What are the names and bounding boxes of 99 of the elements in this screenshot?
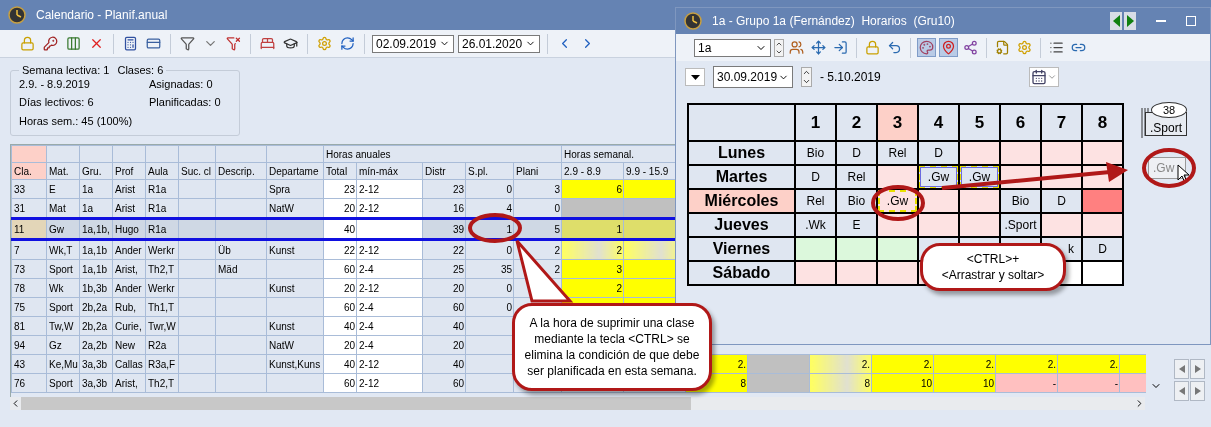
lesson-cell[interactable]: D [1083,238,1122,260]
clock-icon [8,6,26,24]
lesson-cell[interactable]: Rel [837,166,876,188]
empty-slot[interactable] [919,190,958,212]
lesson-cell[interactable]: D [1042,190,1081,212]
assigned-label: Asignadas: 0 [149,78,214,92]
table-cell: 1a,1b, [79,218,113,240]
lesson-cell[interactable]: .Gw [878,190,917,212]
next-icon[interactable] [1124,12,1136,30]
lesson-cell[interactable]: D [796,166,835,188]
callout-tooltip: <CTRL>+ <Arrastrar y soltar> [920,243,1066,291]
window-title: 1a - Grupo 1a (Fernández) Horarios (Gru10) [712,14,955,28]
lesson-cell[interactable]: .Gw [919,166,958,188]
maximize-icon[interactable] [1186,16,1196,26]
week-hours-cell: 2. [871,354,934,374]
filter-icon[interactable] [178,34,197,53]
week-hours-cell: 2. [809,354,872,374]
scroll-right-icon[interactable] [1190,359,1205,379]
week-label: Semana lectiva: 1 [22,64,110,76]
lesson-cell[interactable]: D [837,142,876,164]
table-cell: Hugo [112,218,146,240]
clock-icon [684,12,702,30]
lesson-cell[interactable]: .Wk [796,214,835,236]
day-header: Sábado [689,262,794,284]
date-from-field[interactable]: 02.09.2019 [372,34,454,53]
day-header: Jueves [689,214,794,236]
key-icon[interactable] [41,34,60,53]
calendar-icon[interactable] [1028,67,1059,87]
period-header: 8 [1083,105,1122,140]
table-cell: 11 [11,218,47,240]
class-select[interactable]: 1a [694,38,771,57]
down-icon[interactable] [802,77,811,86]
period-header: 4 [919,105,958,140]
days-label: Días lectivos: 6 [19,96,95,111]
highlight-ring [870,184,926,222]
week-start-field[interactable]: 30.09.2019 [713,66,793,88]
empty-slot[interactable] [878,166,917,188]
lesson-cell[interactable]: Rel [796,190,835,212]
users-icon[interactable] [787,38,806,57]
period-header: 2 [837,105,876,140]
lesson-cell[interactable]: Bio [1001,190,1040,212]
period-header: 5 [960,105,999,140]
week-hours-cell: 2. [1057,354,1120,374]
scroll-left-icon[interactable] [1174,359,1189,379]
day-header: Miércoles [689,190,794,212]
lesson-cell[interactable]: Bio [796,142,835,164]
day-header: Lunes [689,142,794,164]
filter-clear-icon[interactable] [224,34,243,53]
previous-icon[interactable] [1110,12,1122,30]
minimize-icon[interactable] [1156,19,1166,23]
table-cell: 40 [323,218,357,240]
lesson-cell[interactable]: D [919,142,958,164]
up-icon[interactable] [802,68,811,77]
table-cell: 31 [11,198,47,219]
highlight-ring [467,212,523,244]
scroll-right-icon[interactable] [1190,381,1205,401]
day-header: Martes [689,166,794,188]
week-end-label: - 5.10.2019 [820,71,881,83]
table-cell: 7 [11,239,47,260]
hours-label: Horas sem.: 45 (100%) [19,114,134,129]
lesson-cell[interactable]: E [837,214,876,236]
lesson-cell[interactable]: .Sport [1001,214,1040,236]
lesson-card-stack[interactable]: .Sport 38 [1141,102,1189,138]
horizontal-scrollbar[interactable] [10,397,1145,410]
window-title: Calendario - Planif.anual [36,8,168,22]
table-cell: Gw [46,218,80,240]
columns-icon[interactable] [64,34,83,53]
classes-label: Clases: 6 [117,64,164,76]
palette-icon[interactable] [917,38,936,57]
week-hours-cell [747,354,810,374]
lesson-cell[interactable]: Rel [878,142,917,164]
lesson-cell[interactable]: Bio [837,190,876,212]
date-range-label: 2.9. - 8.9.2019 [19,78,91,92]
caret-icon[interactable] [685,68,705,86]
week-hours-cell: 1 [561,218,624,240]
cursor-icon [1177,164,1191,184]
period-header: 3 [878,105,917,140]
date-to-field[interactable]: 26.01.2020 [458,34,540,53]
refresh-icon[interactable] [338,34,357,53]
period-header: 6 [1001,105,1040,140]
week-hours-cell: 2. [995,354,1058,374]
scroll-left-icon[interactable] [1174,381,1189,401]
pin-icon[interactable] [939,38,958,57]
highlight-ring [1141,147,1197,189]
period-header: 7 [1042,105,1081,140]
week-hours-cell: 2. [933,354,996,374]
period-header: 1 [796,105,835,140]
day-header: Viernes [689,238,794,260]
lock-icon[interactable] [863,38,882,57]
network-icon[interactable] [961,38,980,57]
table-cell: 39 [422,218,466,240]
spinner-icon[interactable] [801,67,812,87]
spinner-icon[interactable] [774,38,784,57]
column-group-header: Horas anuales [323,145,562,163]
sign-in-icon[interactable] [831,38,850,57]
move-icon[interactable] [809,38,828,57]
callout-pointer [515,239,572,303]
planned-label: Planificadas: 0 [149,96,222,111]
table-cell: R1a [145,218,179,240]
